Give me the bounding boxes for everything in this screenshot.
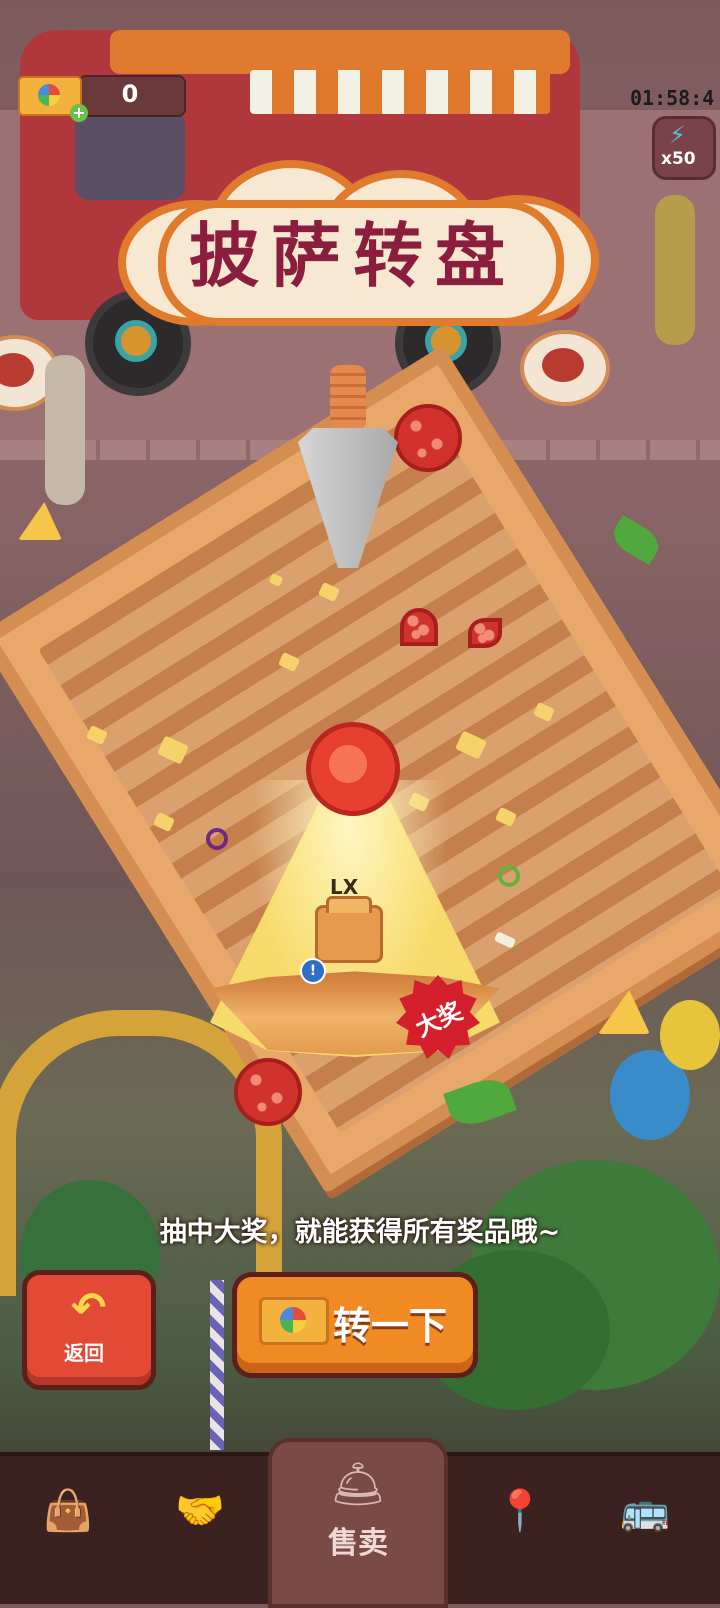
nav-item-sell[interactable]: 🛎 售卖 (268, 1438, 448, 1608)
hint-text: 抽中大奖，就能获得所有奖品哦~ (159, 1217, 561, 1248)
add-ticket-button[interactable]: + (18, 76, 88, 122)
map-pin-icon: 📍 (495, 1488, 545, 1534)
spin-button-label: 转一下 (333, 1304, 448, 1348)
ticket-count: 0 (121, 80, 139, 108)
nav-item-bag[interactable]: 👜 (18, 1476, 118, 1576)
striped-pole (210, 1280, 224, 1450)
handshake-icon: 🤝 (175, 1488, 225, 1534)
pepper-ring (498, 865, 520, 887)
cloche-icon: 🛎 (330, 1459, 386, 1510)
info-icon[interactable]: ! (300, 958, 326, 984)
tomato-topping (306, 722, 400, 816)
bag-icon: 👜 (43, 1488, 93, 1534)
prize-box-icon[interactable] (315, 896, 383, 963)
energy-count: x50 (661, 149, 696, 169)
knife-handle (330, 365, 366, 431)
balloon (660, 1000, 720, 1070)
pepperoni (394, 404, 462, 472)
lightning-icon: ⚡ (669, 121, 686, 149)
pepperoni-piece (400, 608, 438, 646)
leaf (607, 515, 665, 565)
nav-item-handshake[interactable]: 🤝 (150, 1476, 250, 1576)
pedestrian (45, 355, 85, 505)
nav-item-map[interactable]: 📍 (470, 1476, 570, 1576)
spin-button[interactable]: 转一下 (232, 1272, 478, 1378)
food-plate (520, 330, 610, 406)
pepperoni-piece (468, 618, 502, 648)
cheese-wedge (18, 502, 62, 540)
back-arrow-icon: ↶ (71, 1283, 107, 1332)
onion-ring (206, 828, 228, 850)
food-truck-roof (110, 30, 570, 74)
pepperoni (234, 1058, 302, 1126)
event-timer: 01:58:4 (630, 86, 715, 110)
bus-icon: 🚌 (620, 1488, 670, 1534)
nav-item-bus[interactable]: 🚌 (595, 1476, 695, 1576)
wheel-ticket-icon (38, 84, 60, 106)
back-button-label: 返回 (64, 1341, 104, 1365)
page-title: 披萨转盘 (189, 214, 517, 297)
energy-badge[interactable]: ⚡ x50 (652, 116, 716, 180)
nav-item-sell-label: 售卖 (328, 1526, 388, 1561)
plus-icon: + (70, 104, 88, 122)
pedestrian (655, 195, 695, 345)
back-button[interactable]: ↶ 返回 (22, 1270, 156, 1390)
wheel-ticket-icon (259, 1297, 329, 1345)
striped-awning (250, 70, 550, 114)
